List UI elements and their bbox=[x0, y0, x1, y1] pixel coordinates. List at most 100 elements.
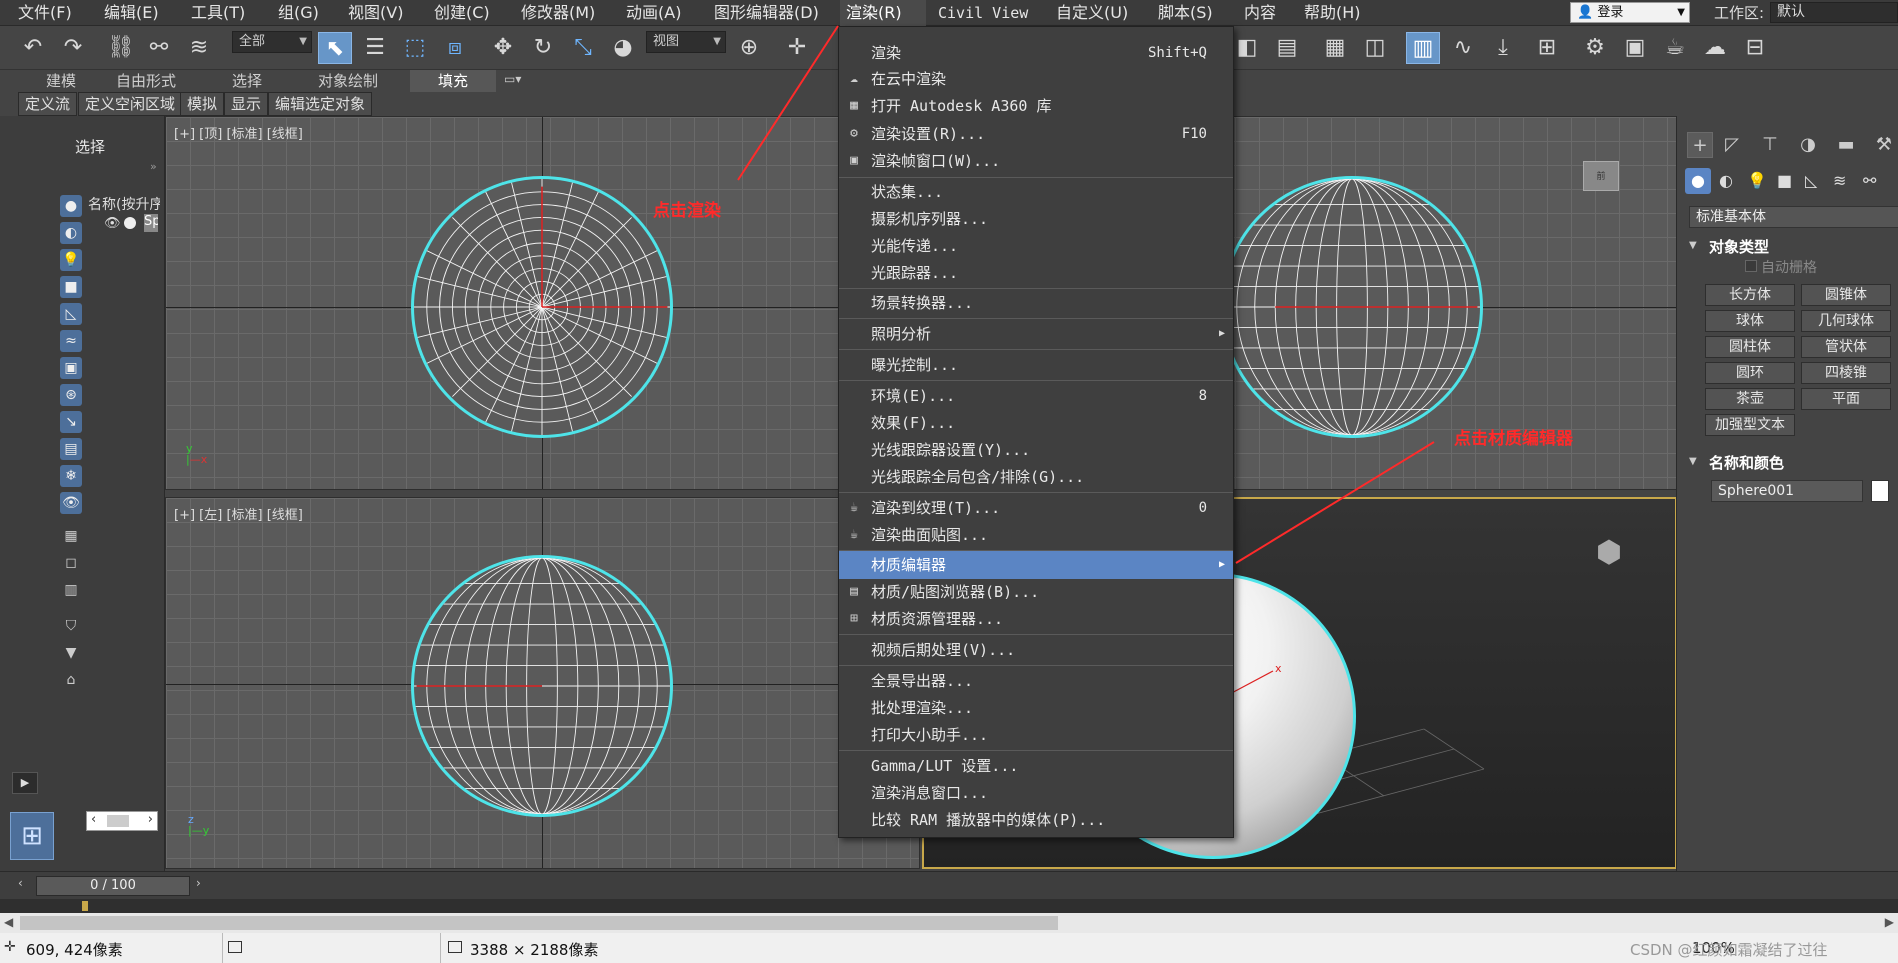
lock-filter-icon[interactable]: ⛉ bbox=[60, 615, 82, 637]
object-name-input[interactable]: Sphere001 bbox=[1711, 480, 1863, 502]
align-icon[interactable]: ▤ bbox=[1270, 32, 1304, 64]
menu-file[interactable]: 文件(F) bbox=[12, 0, 78, 26]
ribbon-options-icon[interactable]: ▭▾ bbox=[504, 72, 521, 86]
menu-help[interactable]: 帮助(H) bbox=[1298, 0, 1367, 26]
display-all-icon[interactable]: ▦ bbox=[60, 525, 82, 547]
select-manipulate-icon[interactable]: ✛ bbox=[780, 32, 814, 64]
viewport-top[interactable]: [+] [顶] [标准] [线框] y |—x bbox=[165, 116, 920, 490]
mirror-icon[interactable]: ◧ bbox=[1230, 32, 1264, 64]
render-setup-icon[interactable]: ⚙ bbox=[1578, 32, 1612, 64]
primitive-type-combo[interactable]: 标准基本体 bbox=[1689, 206, 1898, 228]
menu-item-rendered-frame-window[interactable]: ▣ 渲染帧窗口(W)... bbox=[839, 148, 1233, 174]
place-icon[interactable]: ◕ bbox=[606, 32, 640, 64]
sphere-wireframe-top[interactable] bbox=[411, 176, 673, 438]
login-combo[interactable]: 👤 登录 ▼ bbox=[1570, 2, 1690, 23]
pivot-center-icon[interactable]: ⊕ bbox=[732, 32, 766, 64]
filter-frozen-icon[interactable]: ❄ bbox=[60, 465, 82, 487]
reference-coordinate-combo[interactable]: 视图 ▼ bbox=[646, 31, 726, 53]
box-button[interactable]: 长方体 bbox=[1705, 284, 1795, 306]
menu-civil-view[interactable]: Civil View bbox=[932, 0, 1034, 26]
chevron-left-icon[interactable]: ◀ bbox=[4, 915, 13, 929]
display-none-icon[interactable]: ◻ bbox=[60, 552, 82, 574]
object-type-title[interactable]: 对象类型 bbox=[1709, 236, 1769, 257]
systems-category-icon[interactable]: ⚯ bbox=[1863, 171, 1876, 190]
select-by-name-icon[interactable]: ☰ bbox=[358, 32, 392, 64]
define-flows-button[interactable]: 定义流 bbox=[18, 92, 78, 116]
cameras-category-icon[interactable]: ■ bbox=[1777, 171, 1792, 190]
geometry-category-icon[interactable]: ● bbox=[1685, 168, 1711, 194]
ribbon-tab-selection[interactable]: 选择 bbox=[232, 70, 262, 92]
rectangular-selection-icon[interactable]: ⬚ bbox=[398, 32, 432, 64]
link-icon[interactable]: ⛓ bbox=[104, 32, 138, 64]
menu-item-state-sets[interactable]: 状态集... bbox=[839, 179, 1233, 205]
hierarchy-tab-icon[interactable]: ⊤ bbox=[1757, 132, 1783, 158]
menu-group[interactable]: 组(G) bbox=[272, 0, 325, 26]
rotate-icon[interactable]: ↻ bbox=[526, 32, 560, 64]
tag-icon[interactable]: ⌂ bbox=[60, 669, 82, 691]
menu-edit[interactable]: 编辑(E) bbox=[98, 0, 165, 26]
rendered-frame-window-icon[interactable]: ▣ bbox=[1618, 32, 1652, 64]
simulate-button[interactable]: 模拟 bbox=[180, 92, 225, 116]
menu-item-material-explorer[interactable]: ⊞ 材质资源管理器... bbox=[839, 606, 1233, 632]
filter-geometry-icon[interactable]: ● bbox=[60, 195, 82, 217]
define-idle-areas-button[interactable]: 定义空闲区域 bbox=[78, 92, 183, 116]
chevron-right-icon[interactable]: » bbox=[150, 160, 157, 173]
play-icon[interactable]: ▶ bbox=[12, 772, 38, 794]
visibility-eye-icon[interactable]: 👁 bbox=[104, 216, 121, 231]
lights-category-icon[interactable]: 💡 bbox=[1747, 171, 1767, 190]
teapot-button[interactable]: 茶壶 bbox=[1705, 388, 1795, 410]
menu-item-render-to-texture[interactable]: ☕ 渲染到纹理(T)... 0 bbox=[839, 495, 1233, 521]
menu-animation[interactable]: 动画(A) bbox=[620, 0, 687, 26]
horizontal-scrollbar[interactable]: ◀ ▶ bbox=[0, 913, 1898, 933]
menu-item-render-message-window[interactable]: 渲染消息窗口... bbox=[839, 780, 1233, 806]
utilities-tab-icon[interactable]: ⚒ bbox=[1871, 132, 1897, 158]
menu-item-gamma-lut-setup[interactable]: Gamma/LUT 设置... bbox=[839, 753, 1233, 779]
cylinder-button[interactable]: 圆柱体 bbox=[1705, 336, 1795, 358]
menu-item-render-setup[interactable]: ⚙ 渲染设置(R)... F10 bbox=[839, 121, 1233, 147]
time-slider[interactable]: ‹ 0 / 100 › bbox=[0, 871, 1898, 899]
filter-containers-icon[interactable]: ▤ bbox=[60, 438, 82, 460]
name-color-title[interactable]: 名称和颜色 bbox=[1709, 452, 1784, 473]
modify-tab-icon[interactable]: ◸ bbox=[1719, 132, 1745, 158]
explorer-h-scrollbar[interactable]: ‹ › bbox=[86, 811, 158, 831]
menu-item-video-post[interactable]: 视频后期处理(V)... bbox=[839, 637, 1233, 663]
render-production-icon[interactable]: ☕ bbox=[1658, 32, 1692, 64]
bind-space-warp-icon[interactable]: ≋ bbox=[182, 32, 216, 64]
invert-display-icon[interactable]: ▥ bbox=[60, 579, 82, 601]
menu-rendering[interactable]: 渲染(R) bbox=[840, 0, 926, 26]
name-column-header[interactable]: 名称(按升序 bbox=[88, 194, 160, 214]
ribbon-tab-populate[interactable]: 填充 bbox=[410, 70, 497, 92]
create-tab-icon[interactable]: + bbox=[1687, 132, 1713, 158]
scene-explorer-icon[interactable]: ▦ bbox=[1318, 32, 1352, 64]
autogrid-checkbox[interactable] bbox=[1745, 260, 1757, 272]
display-tab-icon[interactable]: ▬ bbox=[1833, 132, 1859, 158]
render-in-cloud-icon[interactable]: ☁ bbox=[1698, 32, 1732, 64]
chevron-left-icon[interactable]: ‹ bbox=[91, 812, 96, 827]
select-object-icon[interactable]: ⬉ bbox=[318, 32, 352, 64]
menu-content[interactable]: 内容 bbox=[1238, 0, 1282, 26]
plane-button[interactable]: 平面 bbox=[1801, 388, 1891, 410]
menu-item-open-a360[interactable]: ▦ 打开 Autodesk A360 库 bbox=[839, 93, 1233, 119]
filter-hidden-icon[interactable]: 👁 bbox=[60, 492, 82, 514]
chevron-down-icon[interactable]: ▼ bbox=[1689, 456, 1697, 467]
schematic-view-icon[interactable]: ⤓ bbox=[1486, 32, 1520, 64]
redo-icon[interactable]: ↷ bbox=[56, 32, 90, 64]
menu-scripting[interactable]: 脚本(S) bbox=[1152, 0, 1219, 26]
menu-item-radiosity[interactable]: 光能传递... bbox=[839, 233, 1233, 259]
filter-bones-icon[interactable]: ↘ bbox=[60, 411, 82, 433]
scrollbar-thumb[interactable] bbox=[20, 916, 1058, 930]
menu-item-print-size-assistant[interactable]: 打印大小助手... bbox=[839, 722, 1233, 748]
viewcube-icon[interactable]: 前 bbox=[1583, 161, 1619, 191]
filter-xrefs-icon[interactable]: ⊛ bbox=[60, 384, 82, 406]
menu-item-scene-converter[interactable]: 场景转换器... bbox=[839, 290, 1233, 316]
chevron-left-icon[interactable]: ‹ bbox=[18, 876, 32, 896]
ribbon-tab-modeling[interactable]: 建模 bbox=[46, 70, 76, 92]
menu-item-render-in-cloud[interactable]: ☁ 在云中渲染 bbox=[839, 66, 1233, 92]
selection-filter-combo[interactable]: 全部 ▼ bbox=[232, 31, 312, 53]
toggle-ribbon-icon[interactable]: ▥ bbox=[1406, 32, 1440, 64]
menu-create[interactable]: 创建(C) bbox=[428, 0, 496, 26]
filter-helpers-icon[interactable]: ◺ bbox=[60, 303, 82, 325]
pyramid-button[interactable]: 四棱锥 bbox=[1801, 362, 1891, 384]
object-color-swatch[interactable] bbox=[1871, 480, 1889, 502]
filter-shapes-icon[interactable]: ◐ bbox=[60, 222, 82, 244]
